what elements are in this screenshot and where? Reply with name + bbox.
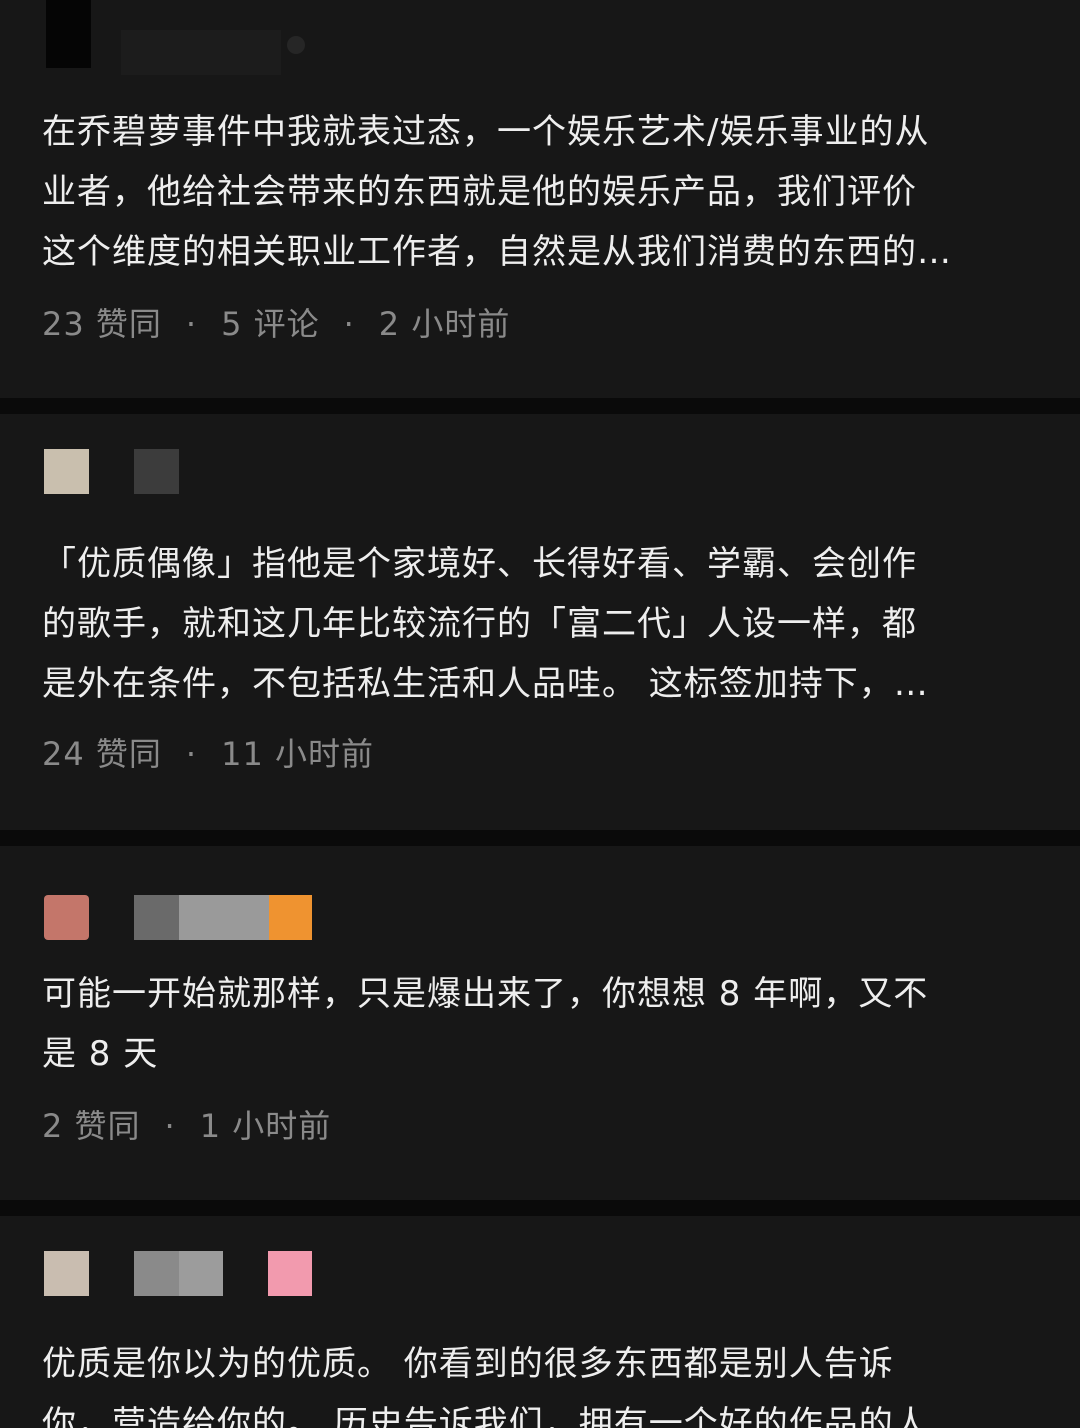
avatar[interactable] [44, 1250, 89, 1296]
separator-dot: · [164, 1107, 176, 1145]
like-count[interactable]: 24 赞同 [42, 735, 162, 773]
comment-text[interactable]: 在乔碧萝事件中我就表过态，一个娱乐艺术/娱乐事业的从 业者，他给社会带来的东西就… [42, 102, 1042, 282]
like-count[interactable]: 23 赞同 [42, 305, 162, 343]
comment-line: 可能一开始就那样，只是爆出来了，你想想 8 年啊，又不 [42, 974, 929, 1014]
comment-line: 你，营造给你的。 历史告诉我们，拥有一个好的作品的人 [42, 1404, 929, 1428]
timestamp: 2 小时前 [378, 305, 511, 343]
avatar[interactable] [46, 0, 91, 68]
comment-stats: 23 赞同 · 5 评论 · 2 小时前 [42, 304, 510, 344]
comment-line: 这个维度的相关职业工作者，自然是从我们消费的东西的… [42, 232, 952, 272]
reply-count[interactable]: 5 评论 [221, 305, 320, 343]
comment-card[interactable]: 在乔碧萝事件中我就表过态，一个娱乐艺术/娱乐事业的从 业者，他给社会带来的东西就… [0, 0, 1080, 398]
separator-dot: · [185, 305, 198, 343]
comment-text[interactable]: 可能一开始就那样，只是爆出来了，你想想 8 年啊，又不 是 8 天 [42, 964, 1042, 1084]
like-count[interactable]: 2 赞同 [42, 1107, 141, 1145]
comment-line: 「优质偶像」指他是个家境好、长得好看、学霸、会创作 [42, 544, 917, 584]
comment-line: 在乔碧萝事件中我就表过态，一个娱乐艺术/娱乐事业的从 [42, 112, 930, 152]
timestamp: 1 小时前 [199, 1107, 332, 1145]
comment-text[interactable]: 优质是你以为的优质。 你看到的很多东西都是别人告诉 你，营造给你的。 历史告诉我… [42, 1334, 1042, 1428]
timestamp: 11 小时前 [221, 735, 374, 773]
comment-card[interactable]: 优质是你以为的优质。 你看到的很多东西都是别人告诉 你，营造给你的。 历史告诉我… [0, 1216, 1080, 1428]
comment-card[interactable]: 「优质偶像」指他是个家境好、长得好看、学霸、会创作 的歌手，就和这几年比较流行的… [0, 414, 1080, 830]
username-blurred[interactable] [134, 1250, 312, 1296]
separator-dot: · [343, 305, 355, 343]
comment-header [44, 448, 179, 494]
comment-header [46, 0, 305, 75]
username-blurred[interactable] [134, 894, 312, 940]
username-blurred[interactable] [121, 30, 305, 75]
comment-text[interactable]: 「优质偶像」指他是个家境好、长得好看、学霸、会创作 的歌手，就和这几年比较流行的… [42, 534, 1042, 714]
avatar[interactable] [44, 448, 89, 494]
comment-line: 优质是你以为的优质。 你看到的很多东西都是别人告诉 [42, 1344, 894, 1384]
comment-header [44, 1250, 312, 1296]
comment-header [44, 894, 312, 940]
separator-dot: · [185, 735, 198, 773]
comment-line: 的歌手，就和这几年比较流行的「富二代」人设一样，都 [42, 604, 917, 644]
comment-line: 是外在条件，不包括私生活和人品哇。 这标签加持下，… [42, 664, 929, 704]
comment-stats: 24 赞同 · 11 小时前 [42, 734, 374, 774]
username-blurred[interactable] [134, 448, 179, 494]
comment-line: 业者，他给社会带来的东西就是他的娱乐产品，我们评价 [42, 172, 917, 212]
avatar[interactable] [44, 894, 89, 940]
comment-line: 是 8 天 [42, 1034, 159, 1074]
comment-card[interactable]: 可能一开始就那样，只是爆出来了，你想想 8 年啊，又不 是 8 天 2 赞同 · 1… [0, 846, 1080, 1200]
comment-stats: 2 赞同 · 1 小时前 [42, 1106, 331, 1146]
